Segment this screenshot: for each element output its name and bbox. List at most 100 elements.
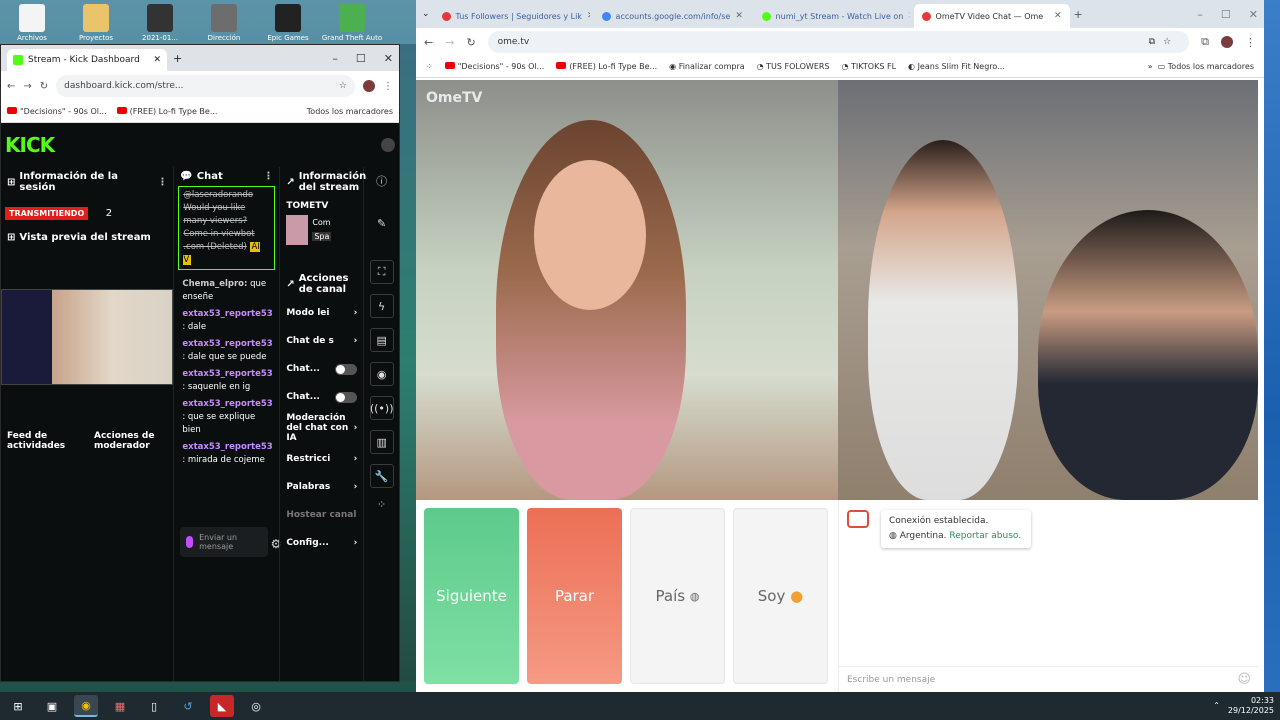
maximize-icon[interactable]: ☐: [356, 52, 366, 65]
close-window-icon[interactable]: ✕: [384, 52, 393, 65]
bookmark-item[interactable]: "Decisions" - 90s Ol...: [444, 62, 544, 71]
maximize-icon[interactable]: ☐: [1221, 8, 1231, 21]
more-icon[interactable]: ⋮: [157, 177, 167, 188]
forward-icon[interactable]: →: [445, 36, 454, 49]
chrome-icon[interactable]: ◉: [74, 695, 98, 717]
flagged-message[interactable]: @laseradorando Would you like many viewe…: [178, 186, 276, 270]
chat-bubble-icon[interactable]: ◉: [369, 362, 394, 386]
desktop-icon[interactable]: Dirección: [192, 0, 256, 44]
desktop-icon[interactable]: Archivos: [0, 0, 64, 44]
forward-icon[interactable]: →: [23, 81, 31, 92]
expand-icon[interactable]: ↗: [286, 177, 294, 188]
minimize-icon[interactable]: –: [1197, 8, 1203, 21]
star-icon[interactable]: ☆: [339, 81, 347, 91]
reload-icon[interactable]: ↻: [466, 36, 475, 49]
more-icon[interactable]: ⋮: [263, 171, 273, 182]
emoji-icon[interactable]: ☺: [1237, 672, 1251, 687]
action-item[interactable]: Chat de s ›: [280, 327, 363, 355]
browser-tab[interactable]: accounts.google.com/info/se ✕: [594, 4, 750, 28]
obs-icon[interactable]: ◎: [244, 695, 268, 717]
info-icon[interactable]: ⓘ: [376, 173, 387, 189]
bookmark-item[interactable]: ◔ TIKTOKS FL: [842, 62, 897, 71]
toggle[interactable]: [335, 363, 358, 375]
action-item[interactable]: Config... ›: [280, 529, 363, 557]
profile-avatar[interactable]: [363, 80, 375, 92]
chat-message[interactable]: extax53_reporte53: que se explique bien: [182, 398, 272, 437]
clock[interactable]: 02:33 29/12/2025: [1228, 696, 1274, 716]
file-icon[interactable]: ▯: [142, 695, 166, 717]
task-view-icon[interactable]: ▣: [40, 695, 64, 717]
browser-tab[interactable]: numi_yt Stream - Watch Live on✕: [754, 4, 910, 28]
apps-icon[interactable]: ⁘: [377, 498, 386, 511]
bookmark-item[interactable]: ◐ Jeans Slim Fit Negro...: [908, 62, 1005, 71]
address-actions[interactable]: ⧉☆: [1149, 37, 1180, 47]
desktop-icon[interactable]: 2021-01...: [128, 0, 192, 44]
desktop-icon[interactable]: Proyectos: [64, 0, 128, 44]
action-item[interactable]: Hostear canal: [280, 501, 363, 529]
toggle[interactable]: [335, 391, 358, 403]
stream-preview[interactable]: [1, 289, 173, 385]
close-icon[interactable]: ✕: [1054, 11, 1062, 21]
tray-chevron-icon[interactable]: ⌃: [1213, 701, 1220, 711]
close-icon[interactable]: ✕: [908, 11, 909, 21]
bookmark-item[interactable]: (FREE) Lo-fi Type Be...: [556, 62, 657, 71]
menu-icon[interactable]: ⋮: [1245, 36, 1256, 49]
kick-logo[interactable]: KICK: [5, 133, 55, 157]
minimize-icon[interactable]: –: [332, 52, 338, 65]
red-app-icon[interactable]: ◣: [210, 695, 234, 717]
edit-icon[interactable]: ✎: [377, 217, 386, 230]
sync-icon[interactable]: ↺: [176, 695, 200, 717]
close-window-icon[interactable]: ✕: [1249, 8, 1258, 21]
action-item[interactable]: Chat...: [280, 355, 363, 383]
bookmark-item[interactable]: ◉ Finalizar compra: [669, 62, 744, 71]
action-item[interactable]: Palabras ›: [280, 473, 363, 501]
stop-button[interactable]: Parar: [527, 508, 622, 684]
chat-message[interactable]: extax53_reporte53: dale: [182, 308, 272, 334]
close-icon[interactable]: ✕: [735, 11, 743, 21]
new-tab-icon[interactable]: +: [173, 52, 182, 65]
action-item[interactable]: Chat...: [280, 383, 363, 411]
url-field[interactable]: dashboard.kick.com/stre... ☆: [56, 75, 355, 97]
mic-icon[interactable]: [186, 536, 194, 548]
reload-icon[interactable]: ↻: [40, 81, 48, 92]
chat-message[interactable]: extax53_reporte53: mirada de cojeme: [182, 441, 272, 467]
bookmark-item[interactable]: (FREE) Lo-fi Type Be...: [116, 107, 217, 116]
document-icon[interactable]: ▤: [369, 328, 394, 352]
report-abuse-link[interactable]: Reportar abuso.: [949, 531, 1021, 541]
browser-tab[interactable]: Tus Followers | Seguidores y Lik✕: [434, 4, 590, 28]
user-avatar[interactable]: [381, 138, 395, 152]
desktop-icon[interactable]: Epic Games: [256, 0, 320, 44]
tab-search-icon[interactable]: ⌄: [422, 9, 430, 19]
chat-message[interactable]: extax53_reporte53: dale que se puede: [182, 338, 272, 364]
bookmark-item[interactable]: ◔ TUS FOLOWERS: [757, 62, 830, 71]
app-grid-icon[interactable]: ▦: [108, 695, 132, 717]
chat-message[interactable]: Chema_elpro: que enseñe: [182, 278, 271, 304]
back-icon[interactable]: ←: [424, 36, 433, 49]
url-field[interactable]: ome.tv ⧉☆: [487, 31, 1190, 53]
wrench-icon[interactable]: 🔧: [369, 464, 394, 488]
bookmark-item[interactable]: » ▭ Todos los marcadores: [1148, 62, 1254, 71]
broadcast-icon[interactable]: ((•)): [369, 396, 394, 420]
expand-icon[interactable]: ↗: [286, 279, 294, 290]
back-icon[interactable]: ←: [7, 81, 15, 92]
close-icon[interactable]: ✕: [587, 11, 590, 21]
start-icon[interactable]: ⊞: [6, 695, 30, 717]
chat-input[interactable]: Enviar un mensaje: [180, 527, 269, 557]
extensions-icon[interactable]: ⧉: [1201, 35, 1209, 49]
next-button[interactable]: Siguiente: [424, 508, 519, 684]
profile-avatar[interactable]: [1221, 36, 1233, 48]
printer-icon[interactable]: ▥: [369, 430, 394, 454]
chat-message[interactable]: extax53_reporte53: saquenle en ig: [182, 368, 272, 394]
country-button[interactable]: País ◍: [630, 508, 725, 684]
menu-icon[interactable]: ⋮: [383, 81, 393, 92]
browser-tab[interactable]: Stream - Kick Dashboard ✕: [7, 49, 167, 71]
action-item[interactable]: Moderación del chat con IA ›: [280, 411, 363, 445]
bookmark-item[interactable]: "Decisions" - 90s Ol...: [7, 107, 107, 116]
bolt-icon[interactable]: ϟ: [369, 294, 394, 318]
new-tab-icon[interactable]: +: [1074, 8, 1083, 21]
browser-tab-active[interactable]: OmeTV Video Chat — Ome ✕: [913, 4, 1070, 28]
bookmark-item[interactable]: Todos los marcadores: [307, 107, 393, 116]
action-item[interactable]: Restricci ›: [280, 445, 363, 473]
clip-icon[interactable]: ⛶: [369, 260, 394, 284]
apps-icon[interactable]: ⁘: [426, 62, 433, 71]
